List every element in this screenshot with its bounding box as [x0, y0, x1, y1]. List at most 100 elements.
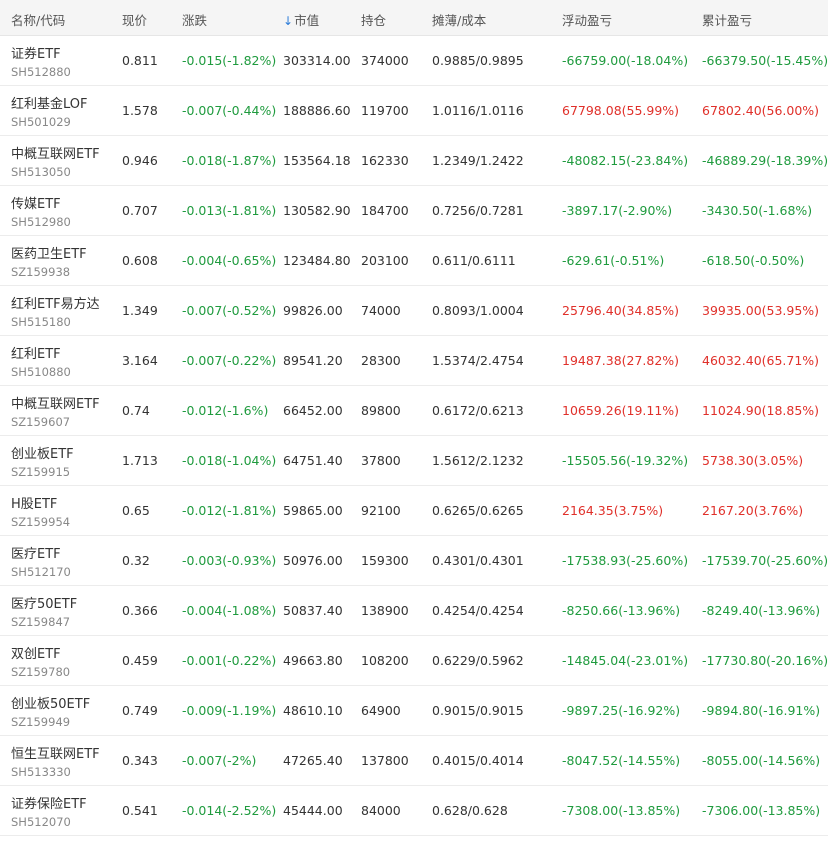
total-pnl-cell: -66379.50(-15.45%) — [702, 53, 828, 68]
table-row[interactable]: 红利ETF SH510880 3.164 -0.007(-0.22%) 89541.20… — [0, 336, 828, 386]
price-cell: 1.713 — [122, 453, 158, 468]
table-row[interactable]: 红利基金LOF SH501029 1.578 -0.007(-0.44%) 188886… — [0, 86, 828, 136]
market-value-cell: 89541.20 — [283, 353, 343, 368]
market-value-cell: 48610.10 — [283, 703, 343, 718]
fund-code: SH512880 — [11, 65, 71, 79]
header-name-code[interactable]: 名称/代码 — [11, 10, 65, 29]
fund-code: SZ159847 — [11, 615, 71, 629]
price-cell: 0.459 — [122, 653, 158, 668]
market-value-cell: 130582.90 — [283, 203, 351, 218]
table-row[interactable]: 红利ETF易方达 SH515180 1.349 -0.007(-0.52%) 99826… — [0, 286, 828, 336]
cost-cell: 0.6229/0.5962 — [432, 653, 524, 668]
float-pnl-cell: -8250.66(-13.96%) — [562, 603, 681, 618]
market-value-cell: 123484.80 — [283, 253, 351, 268]
market-value-cell: 45444.00 — [283, 803, 343, 818]
fund-code: SH512070 — [11, 815, 71, 829]
cost-cell: 0.6265/0.6265 — [432, 503, 524, 518]
float-pnl-cell: -17538.93(-25.60%) — [562, 553, 689, 568]
total-pnl-cell: -8249.40(-13.96%) — [702, 603, 821, 618]
cost-cell: 0.4254/0.4254 — [432, 603, 524, 618]
fund-code: SZ159938 — [11, 265, 71, 279]
market-value-cell: 99826.00 — [283, 303, 343, 318]
fund-name: H股ETF — [11, 497, 58, 512]
table-row[interactable]: 中概互联网ETF SH513050 0.946 -0.018(-1.87%) 15356… — [0, 136, 828, 186]
table-body: 证券ETF SH512880 0.811 -0.015(-1.82%) 303314.0… — [0, 36, 828, 836]
total-pnl-cell: -618.50(-0.50%) — [702, 253, 805, 268]
header-change[interactable]: 涨跌 — [182, 10, 207, 29]
holding-cell: 92100 — [361, 503, 401, 518]
market-value-cell: 66452.00 — [283, 403, 343, 418]
holding-cell: 28300 — [361, 353, 401, 368]
fund-name: 红利ETF易方达 — [11, 297, 100, 312]
total-pnl-cell: 67802.40(56.00%) — [702, 103, 820, 118]
total-pnl-cell: 11024.90(18.85%) — [702, 403, 820, 418]
float-pnl-cell: -66759.00(-18.04%) — [562, 53, 689, 68]
fund-name: 红利ETF — [11, 347, 61, 362]
fund-name: 医药卫生ETF — [11, 247, 87, 262]
table-row[interactable]: 证券保险ETF SH512070 0.541 -0.014(-2.52%) 45444.… — [0, 786, 828, 836]
fund-name: 双创ETF — [11, 647, 61, 662]
change-cell: -0.007(-0.52%) — [182, 303, 277, 318]
price-cell: 0.74 — [122, 403, 150, 418]
header-holding[interactable]: 持仓 — [361, 10, 386, 29]
fund-name: 医疗50ETF — [11, 597, 78, 612]
holding-cell: 184700 — [361, 203, 409, 218]
table-row[interactable]: 医疗ETF SH512170 0.32 -0.003(-0.93%) 50976.00 1… — [0, 536, 828, 586]
price-cell: 0.608 — [122, 253, 158, 268]
table-row[interactable]: 恒生互联网ETF SH513330 0.343 -0.007(-2%) 47265.40… — [0, 736, 828, 786]
cost-cell: 1.5374/2.4754 — [432, 353, 524, 368]
header-market-value-label: 市值 — [294, 13, 320, 28]
float-pnl-cell: -7308.00(-13.85%) — [562, 803, 681, 818]
header-float-pnl[interactable]: 浮动盈亏 — [562, 10, 612, 29]
total-pnl-cell: -46889.29(-18.39%) — [702, 153, 828, 168]
table-row[interactable]: H股ETF SZ159954 0.65 -0.012(-1.81%) 59865.00 9… — [0, 486, 828, 536]
cost-cell: 0.6172/0.6213 — [432, 403, 524, 418]
table-header: 名称/代码 现价 涨跌 ↓市值 持仓 摊薄/成本 浮动盈亏 累计盈亏 — [0, 0, 828, 36]
total-pnl-cell: 5738.30(3.05%) — [702, 453, 804, 468]
table-row[interactable]: 创业板ETF SZ159915 1.713 -0.018(-1.04%) 64751.4… — [0, 436, 828, 486]
portfolio-table: 名称/代码 现价 涨跌 ↓市值 持仓 摊薄/成本 浮动盈亏 累计盈亏 证券ETF… — [0, 0, 828, 836]
header-cost[interactable]: 摊薄/成本 — [432, 10, 486, 29]
holding-cell: 203100 — [361, 253, 409, 268]
header-total-pnl[interactable]: 累计盈亏 — [702, 10, 752, 29]
change-cell: -0.003(-0.93%) — [182, 553, 277, 568]
total-pnl-cell: -17730.80(-20.16%) — [702, 653, 828, 668]
total-pnl-cell: 2167.20(3.76%) — [702, 503, 804, 518]
table-row[interactable]: 双创ETF SZ159780 0.459 -0.001(-0.22%) 49663.80… — [0, 636, 828, 686]
total-pnl-cell: -9894.80(-16.91%) — [702, 703, 821, 718]
header-market-value[interactable]: ↓市值 — [283, 10, 319, 29]
cost-cell: 0.9885/0.9895 — [432, 53, 524, 68]
float-pnl-cell: -3897.17(-2.90%) — [562, 203, 673, 218]
table-row[interactable]: 传媒ETF SH512980 0.707 -0.013(-1.81%) 130582.9… — [0, 186, 828, 236]
cost-cell: 0.9015/0.9015 — [432, 703, 524, 718]
market-value-cell: 64751.40 — [283, 453, 343, 468]
table-row[interactable]: 证券ETF SH512880 0.811 -0.015(-1.82%) 303314.0… — [0, 36, 828, 86]
price-cell: 0.811 — [122, 53, 158, 68]
holding-cell: 162330 — [361, 153, 409, 168]
fund-code: SH513050 — [11, 165, 71, 179]
fund-name: 证券ETF — [11, 47, 61, 62]
fund-name: 恒生互联网ETF — [11, 747, 100, 762]
fund-name: 创业板ETF — [11, 447, 74, 462]
fund-name: 红利基金LOF — [11, 97, 88, 112]
change-cell: -0.014(-2.52%) — [182, 803, 277, 818]
price-cell: 0.541 — [122, 803, 158, 818]
price-cell: 0.366 — [122, 603, 158, 618]
holding-cell: 374000 — [361, 53, 409, 68]
fund-code: SH501029 — [11, 115, 71, 129]
change-cell: -0.007(-0.44%) — [182, 103, 277, 118]
table-row[interactable]: 中概互联网ETF SZ159607 0.74 -0.012(-1.6%) 66452.0… — [0, 386, 828, 436]
float-pnl-cell: -8047.52(-14.55%) — [562, 753, 681, 768]
market-value-cell: 153564.18 — [283, 153, 351, 168]
holding-cell: 89800 — [361, 403, 401, 418]
cost-cell: 0.7256/0.7281 — [432, 203, 524, 218]
change-cell: -0.001(-0.22%) — [182, 653, 277, 668]
holding-cell: 84000 — [361, 803, 401, 818]
header-price[interactable]: 现价 — [122, 10, 147, 29]
table-row[interactable]: 医药卫生ETF SZ159938 0.608 -0.004(-0.65%) 123484… — [0, 236, 828, 286]
table-row[interactable]: 创业板50ETF SZ159949 0.749 -0.009(-1.19%) 48610… — [0, 686, 828, 736]
table-row[interactable]: 医疗50ETF SZ159847 0.366 -0.004(-1.08%) 50837.… — [0, 586, 828, 636]
market-value-cell: 59865.00 — [283, 503, 343, 518]
float-pnl-cell: -9897.25(-16.92%) — [562, 703, 681, 718]
fund-code: SZ159954 — [11, 515, 71, 529]
